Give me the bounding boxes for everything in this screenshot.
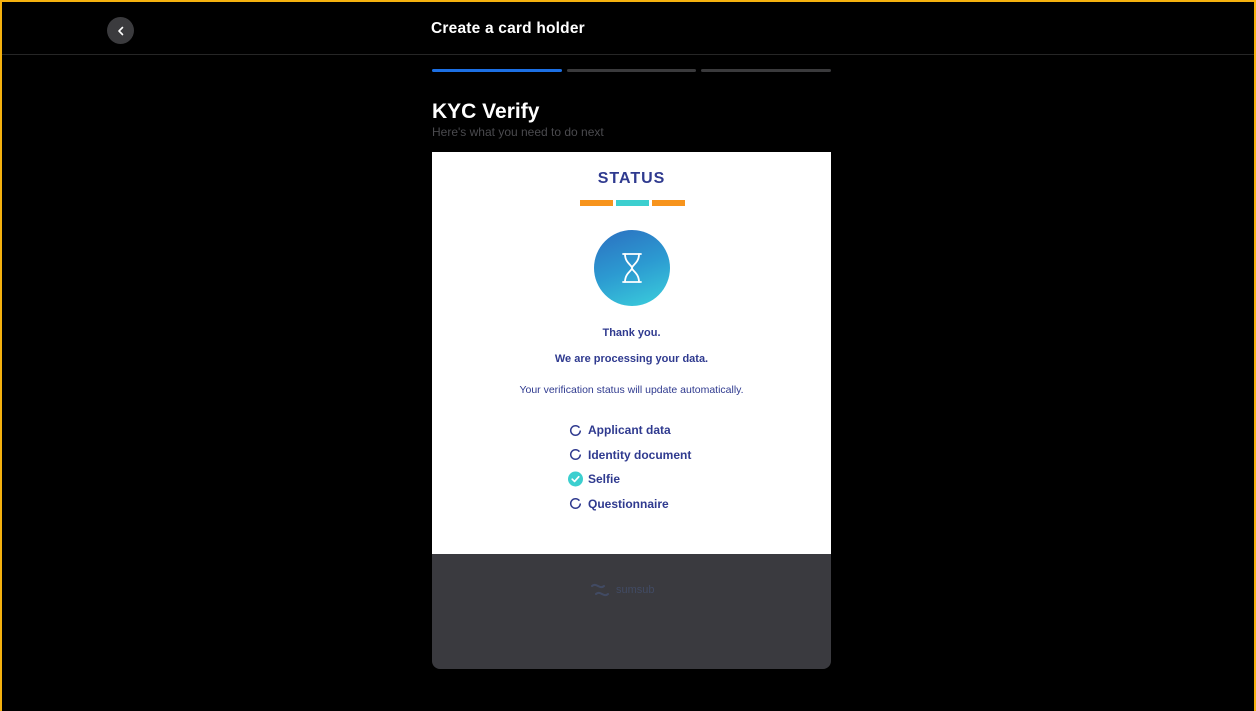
checklist-item-selfie: Selfie <box>568 467 691 492</box>
checklist-item-applicant-data: Applicant data <box>568 418 691 443</box>
kyc-subheading: Here's what you need to do next <box>432 125 604 139</box>
hourglass-icon <box>622 253 642 283</box>
progress-step-3 <box>701 69 832 72</box>
sumsub-logo-icon <box>591 583 609 597</box>
status-title: STATUS <box>597 170 666 187</box>
progress-step-2 <box>566 69 697 72</box>
pending-circle-icon <box>568 447 583 462</box>
checklist-item-questionnaire: Questionnaire <box>568 492 691 517</box>
checklist-label: Questionnaire <box>588 496 669 511</box>
back-button[interactable] <box>107 17 134 44</box>
status-bar-orange <box>652 200 685 206</box>
checklist-label: Identity document <box>588 447 692 462</box>
provider-logo-text: sumsub <box>616 584 655 596</box>
processing-text: We are processing your data. <box>554 353 709 365</box>
pending-circle-icon <box>568 496 583 511</box>
status-bar-teal <box>616 200 649 206</box>
status-panel: STATUS Thank you. We are processing your… <box>432 152 831 554</box>
top-bar: Create a card holder <box>2 2 1254 55</box>
chevron-left-icon <box>117 26 123 35</box>
auto-update-text: Your verification status will update aut… <box>519 384 744 396</box>
progress-step-1 <box>432 69 562 72</box>
page-title: Create a card holder <box>431 20 585 37</box>
thank-you-text: Thank you. <box>602 327 661 339</box>
checklist-label: Applicant data <box>588 423 671 438</box>
checklist-label: Selfie <box>588 472 621 487</box>
verification-checklist: Applicant data Identity document Selfie … <box>568 418 691 516</box>
check-circle-icon <box>568 471 583 487</box>
step-progress <box>432 69 832 72</box>
provider-logo: sumsub <box>590 582 655 598</box>
hourglass-badge <box>594 230 670 306</box>
status-color-bars <box>580 200 685 206</box>
pending-circle-icon <box>568 423 583 438</box>
status-bar-orange <box>580 200 613 206</box>
checklist-item-identity-document: Identity document <box>568 443 691 468</box>
kyc-status-widget: STATUS Thank you. We are processing your… <box>432 152 831 669</box>
kyc-heading: KYC Verify <box>432 100 540 123</box>
